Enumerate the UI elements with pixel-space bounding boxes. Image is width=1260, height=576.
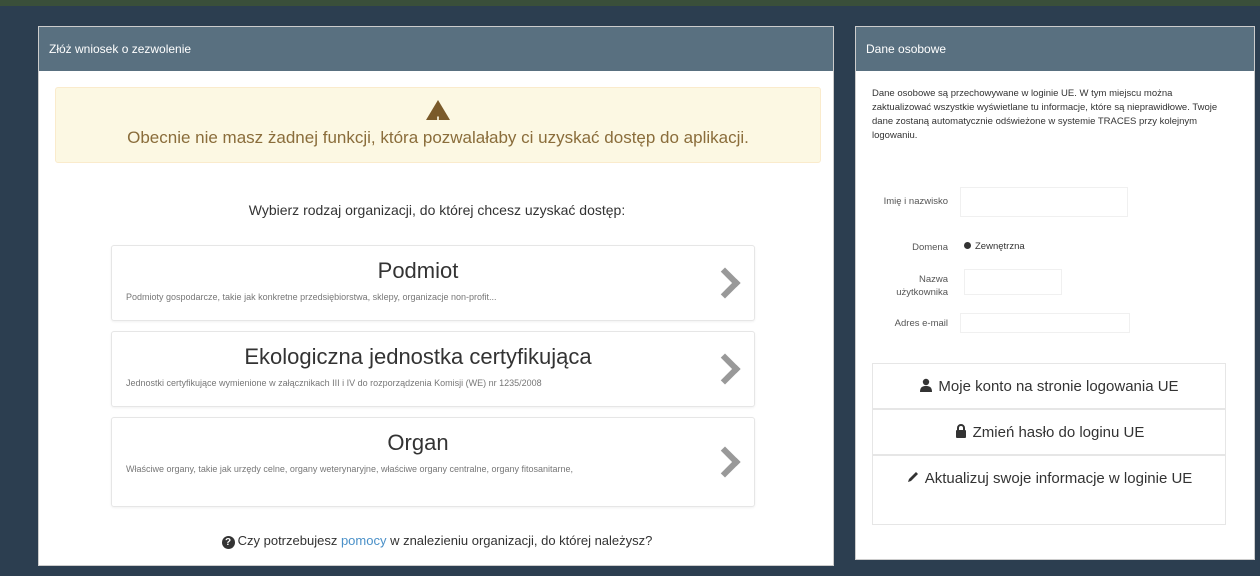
change-password-button[interactable]: Zmień hasło do loginu UE (872, 409, 1226, 455)
user-icon (920, 378, 933, 392)
question-circle-icon: ? (221, 536, 235, 549)
card-description: Jednostki certyfikujące wymienione w zał… (126, 378, 542, 388)
help-link[interactable]: pomocy (341, 533, 387, 548)
help-suffix: w znalezieniu organizacji, do której nal… (386, 533, 653, 548)
username-field[interactable] (964, 269, 1062, 295)
domain-label: Domena (912, 242, 948, 253)
org-card-podmiot[interactable]: Podmiot Podmioty gospodarcze, takie jak … (111, 245, 755, 321)
button-label: Moje konto na stronie logowania UE (938, 378, 1179, 395)
org-card-certification-body[interactable]: Ekologiczna jednostka certyfikująca Jedn… (111, 331, 755, 407)
name-label: Imię i nazwisko (883, 196, 948, 207)
help-prefix: Czy potrzebujesz (237, 533, 341, 548)
personal-data-panel: Dane osobowe Dane osobowe są przechowywa… (855, 26, 1255, 560)
panel-heading: Złóż wniosek o zezwolenie (39, 27, 833, 71)
email-label: Adres e-mail (894, 318, 948, 329)
org-card-organ[interactable]: Organ Właściwe organy, takie jak urzędy … (111, 417, 755, 507)
username-label: Nazwa użytkownika (896, 274, 948, 298)
radio-selected-icon (964, 242, 971, 249)
warning-icon: ! (426, 100, 450, 127)
domain-value-text: Zewnętrzna (975, 241, 1025, 252)
warning-message: Obecnie nie masz żadnej funkcji, która p… (127, 128, 749, 147)
request-permission-panel: Złóż wniosek o zezwolenie ! Obecnie nie … (38, 26, 834, 566)
card-title: Podmiot (377, 258, 459, 283)
card-description: Podmioty gospodarcze, takie jak konkretn… (126, 292, 497, 302)
help-line: ? Czy potrzebujesz pomocy w znalezieniu o… (39, 533, 835, 549)
domain-value: Zewnętrzna (964, 241, 1025, 252)
email-field[interactable] (960, 313, 1130, 333)
lock-icon (955, 424, 966, 438)
panel-heading: Dane osobowe (856, 27, 1254, 71)
no-role-warning: ! Obecnie nie masz żadnej funkcji, która… (55, 87, 821, 163)
card-description: Właściwe organy, takie jak urzędy celne,… (126, 464, 574, 474)
personal-data-info: Dane osobowe są przechowywane w loginie … (872, 88, 1218, 141)
top-border (0, 0, 1260, 6)
card-title: Ekologiczna jednostka certyfikująca (244, 344, 592, 369)
button-label: Zmień hasło do loginu UE (972, 424, 1145, 441)
update-info-button[interactable]: Aktualizuj swoje informacje w loginie UE (872, 455, 1226, 525)
name-field[interactable] (960, 187, 1128, 217)
choose-organization-type: Wybierz rodzaj organizacji, do której ch… (248, 202, 626, 218)
eu-login-account-button[interactable]: Moje konto na stronie logowania UE (872, 363, 1226, 409)
pencil-icon (907, 472, 918, 482)
button-label: Aktualizuj swoje informacje w loginie UE (924, 470, 1193, 487)
card-title: Organ (387, 430, 449, 455)
